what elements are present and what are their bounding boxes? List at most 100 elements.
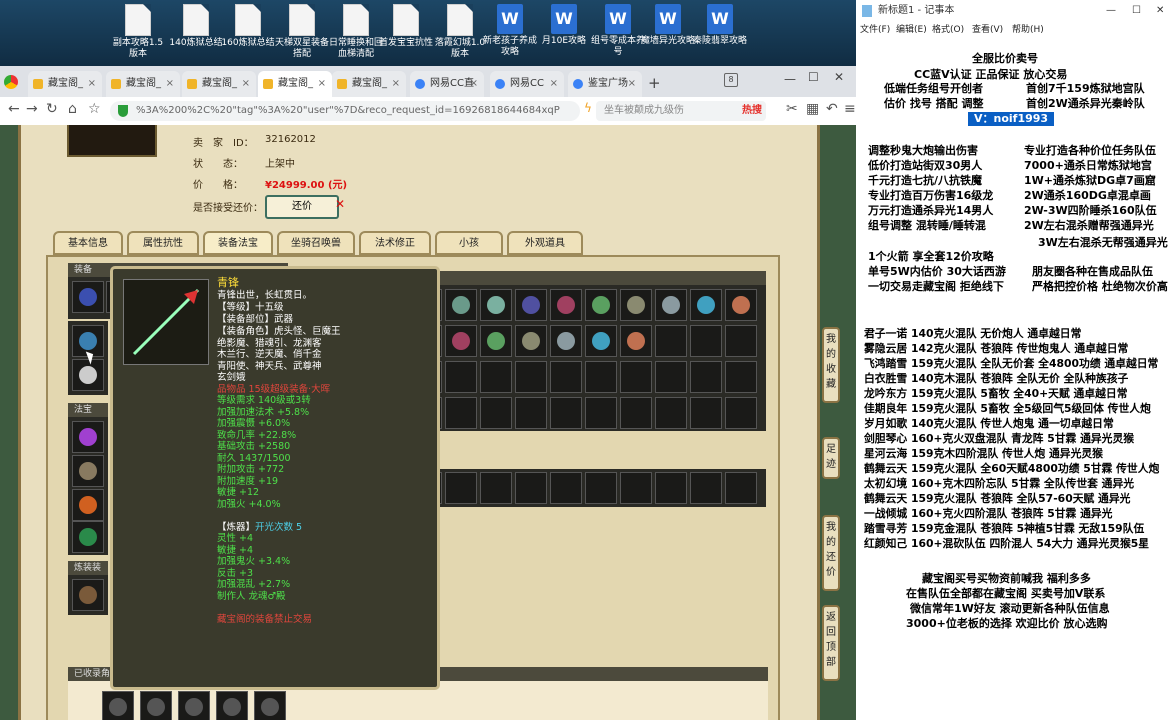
maximize-button[interactable]: ☐	[808, 70, 819, 84]
my-favorites-button[interactable]: 我的收藏	[822, 327, 840, 403]
inventory-slot[interactable]	[585, 397, 617, 429]
inventory-slot[interactable]	[690, 289, 722, 321]
lightning-icon[interactable]: ϟ	[584, 101, 592, 115]
back-icon[interactable]: ←	[8, 101, 20, 117]
inventory-slot[interactable]	[725, 361, 757, 393]
inventory-slot[interactable]	[690, 325, 722, 357]
notepad-text-area[interactable]: 全服比价卖号 CC蓝V认证 正品保证 放心交易 低端任务组号开创者 首创7千159…	[856, 38, 1172, 720]
tab-close-icon[interactable]: ×	[392, 71, 400, 97]
desktop-icon[interactable]: 副本攻略1.5版本	[110, 4, 166, 60]
page-tab[interactable]: 属性抗性	[127, 231, 199, 255]
desktop-icon[interactable]: 首发宝宝抗性	[378, 4, 434, 49]
inventory-slot[interactable]	[515, 472, 547, 504]
inventory-slot[interactable]	[480, 361, 512, 393]
counter-offer-button[interactable]: 还价	[265, 195, 339, 219]
desktop-icon[interactable]: W 组号零成本养号	[590, 4, 646, 58]
desktop-icon[interactable]: W 秦陵翡翠攻略	[692, 4, 748, 47]
collected-slot[interactable]	[140, 691, 172, 720]
collected-slot[interactable]	[102, 691, 134, 720]
inventory-slot[interactable]	[445, 289, 477, 321]
inventory-slot[interactable]	[655, 397, 687, 429]
inventory-slot[interactable]	[480, 472, 512, 504]
inventory-slot[interactable]	[690, 361, 722, 393]
page-tab[interactable]: 坐骑召唤兽	[277, 231, 355, 255]
browser-tab[interactable]: 鉴宝广场 ×	[568, 71, 642, 97]
inventory-slot[interactable]	[620, 325, 652, 357]
scissors-icon[interactable]: ✂	[786, 101, 798, 117]
bookmark-star-icon[interactable]: ☆	[88, 101, 101, 117]
inventory-slot[interactable]	[550, 397, 582, 429]
desktop-icon[interactable]: 160炼狱总结	[220, 4, 276, 49]
equip-slot[interactable]	[72, 281, 104, 313]
inventory-slot[interactable]	[550, 472, 582, 504]
fabao-slot[interactable]	[72, 489, 104, 521]
close-x-icon[interactable]: ✕	[335, 197, 345, 211]
inventory-slot[interactable]	[550, 289, 582, 321]
tab-close-icon[interactable]: ×	[318, 71, 326, 97]
inventory-slot[interactable]	[445, 472, 477, 504]
fabao-slot[interactable]	[72, 521, 104, 553]
desktop-icon[interactable]: W 魔墙异光攻略	[640, 4, 696, 47]
home-icon[interactable]: ⌂	[68, 101, 77, 117]
inventory-slot[interactable]	[725, 289, 757, 321]
address-bar[interactable]: %3A%200%2C%20"tag"%3A%20"user"%7D&reco_r…	[110, 101, 580, 121]
collected-slot[interactable]	[254, 691, 286, 720]
fabao-slot[interactable]	[72, 421, 104, 453]
hot-search-badge[interactable]: 热搜	[742, 101, 762, 121]
browser-tab[interactable]: 藏宝阁_ ×	[106, 71, 180, 97]
desktop-icon[interactable]: W 月10E攻略	[536, 4, 592, 47]
inventory-slot[interactable]	[620, 361, 652, 393]
desktop-icon[interactable]: 140炼狱总结	[168, 4, 224, 49]
page-tab[interactable]: 小孩	[435, 231, 503, 255]
inventory-slot[interactable]	[655, 325, 687, 357]
tab-close-icon[interactable]: ×	[88, 71, 96, 97]
inventory-slot[interactable]	[725, 472, 757, 504]
notepad-menu-item[interactable]: 文件(F)	[860, 22, 890, 35]
browser-tab[interactable]: 藏宝阁_ ×	[332, 71, 406, 97]
tab-count-badge[interactable]: 8	[724, 73, 738, 87]
browser-tab[interactable]: 藏宝阁_ ×	[28, 71, 102, 97]
inventory-slot[interactable]	[585, 325, 617, 357]
notepad-menu-item[interactable]: 格式(O)	[932, 22, 964, 35]
notepad-close-button[interactable]: ✕	[1156, 0, 1164, 22]
tab-close-icon[interactable]: ×	[550, 71, 558, 97]
browser-logo-icon[interactable]	[4, 75, 18, 89]
tab-close-icon[interactable]: ×	[470, 71, 478, 97]
notepad-menu-item[interactable]: 帮助(H)	[1012, 22, 1044, 35]
back-to-top-button[interactable]: 返回顶部	[822, 605, 840, 681]
menu-icon[interactable]: ≡	[844, 101, 856, 117]
inventory-slot[interactable]	[515, 361, 547, 393]
inventory-slot[interactable]	[655, 289, 687, 321]
undo-icon[interactable]: ↶	[826, 101, 838, 117]
page-tab[interactable]: 基本信息	[53, 231, 123, 255]
browser-tab[interactable]: 网易CC直 ×	[410, 71, 484, 97]
browser-tab[interactable]: 网易CC ×	[490, 71, 564, 97]
inventory-slot[interactable]	[620, 472, 652, 504]
inventory-slot[interactable]	[655, 472, 687, 504]
fabao-slot[interactable]	[72, 455, 104, 487]
inventory-slot[interactable]	[445, 361, 477, 393]
page-tab[interactable]: 装备法宝	[203, 231, 273, 255]
inventory-slot[interactable]	[620, 397, 652, 429]
forward-icon[interactable]: →	[26, 101, 38, 117]
inventory-slot[interactable]	[585, 472, 617, 504]
browser-tab[interactable]: 藏宝阁_ ×	[258, 71, 332, 97]
inventory-slot[interactable]	[725, 397, 757, 429]
inventory-slot[interactable]	[585, 289, 617, 321]
new-tab-button[interactable]: +	[648, 74, 661, 92]
inventory-slot[interactable]	[515, 325, 547, 357]
desktop-icon[interactable]: 日常睡换和回血梯清配	[328, 4, 384, 60]
inventory-slot[interactable]	[585, 361, 617, 393]
inventory-slot[interactable]	[550, 325, 582, 357]
browser-tab[interactable]: 藏宝阁_ ×	[182, 71, 256, 97]
inventory-slot[interactable]	[655, 361, 687, 393]
notepad-menu-item[interactable]: 编辑(E)	[896, 22, 927, 35]
desktop-icon[interactable]: W 新老孩子养成攻略	[482, 4, 538, 58]
page-tab[interactable]: 法术修正	[359, 231, 431, 255]
equip-slot[interactable]	[72, 359, 104, 391]
desktop-icon[interactable]: 天梯双星装备搭配	[274, 4, 330, 60]
desktop-icon[interactable]: 落霞幻城1.0版本	[432, 4, 488, 60]
notepad-maximize-button[interactable]: ☐	[1132, 0, 1141, 22]
collected-slot[interactable]	[178, 691, 210, 720]
notepad-minimize-button[interactable]: —	[1106, 0, 1116, 22]
